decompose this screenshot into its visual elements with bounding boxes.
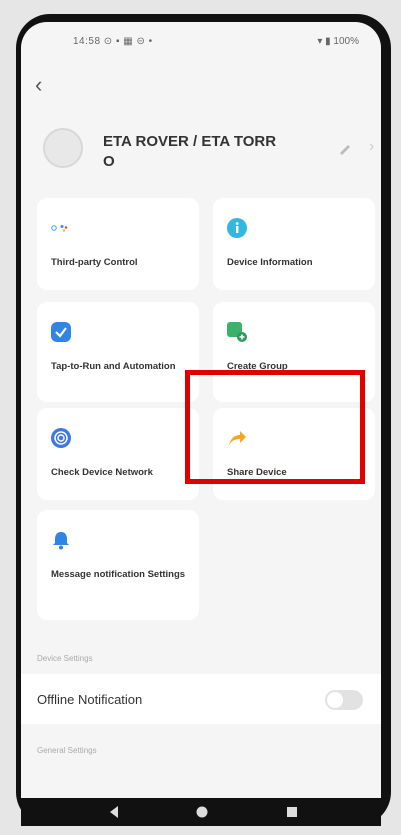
offline-notification-label: Offline Notification — [37, 692, 143, 707]
create-group-icon — [227, 322, 247, 342]
status-bar: 14:58 ⊙ ▪ ▦ ⊝ • ▾ ▮ 100% — [21, 22, 381, 60]
device-name-line2: O — [103, 153, 115, 170]
edit-icon[interactable] — [337, 140, 353, 156]
device-information-card[interactable]: Device Information — [213, 198, 375, 290]
device-header: ETA ROVER / ETA TORR O › — [37, 124, 374, 184]
card-label: Tap-to-Run and Automation — [51, 361, 176, 372]
device-name: ETA ROVER / ETA TORR O — [103, 132, 313, 172]
general-settings-label: General Settings — [37, 746, 97, 755]
bell-icon — [53, 532, 69, 550]
toggle-knob — [327, 692, 343, 708]
device-avatar — [43, 128, 83, 168]
device-name-line1: ETA ROVER / ETA TORR — [103, 133, 277, 150]
tap-to-run-card[interactable]: Tap-to-Run and Automation — [37, 302, 199, 402]
status-left: 14:58 ⊙ ▪ ▦ ⊝ • — [73, 36, 153, 47]
status-right: ▾ ▮ 100% — [317, 36, 359, 47]
assistants-icon — [51, 225, 68, 232]
check-device-network-card[interactable]: Check Device Network — [37, 408, 199, 500]
offline-notification-toggle[interactable] — [325, 690, 363, 710]
highlight-box — [185, 370, 365, 484]
message-notification-card[interactable]: Message notification Settings — [37, 510, 199, 620]
info-icon — [227, 218, 247, 238]
device-settings-label: Device Settings — [37, 654, 93, 663]
back-button[interactable]: ‹ — [35, 74, 57, 96]
card-label: Message notification Settings — [51, 569, 186, 580]
back-nav-icon[interactable] — [107, 805, 121, 819]
recents-nav-icon[interactable] — [285, 805, 299, 819]
card-label: Device Information — [227, 257, 313, 268]
check-shield-icon — [51, 322, 71, 342]
card-label: Check Device Network — [51, 467, 153, 478]
navigation-bar — [21, 798, 381, 826]
home-nav-icon[interactable] — [195, 805, 209, 819]
network-icon — [51, 428, 71, 448]
card-label: Third-party Control — [51, 257, 138, 268]
third-party-control-card[interactable]: Third-party Control — [37, 198, 199, 290]
chevron-right-icon[interactable]: › — [369, 138, 374, 156]
offline-notification-row[interactable]: Offline Notification — [21, 674, 381, 724]
